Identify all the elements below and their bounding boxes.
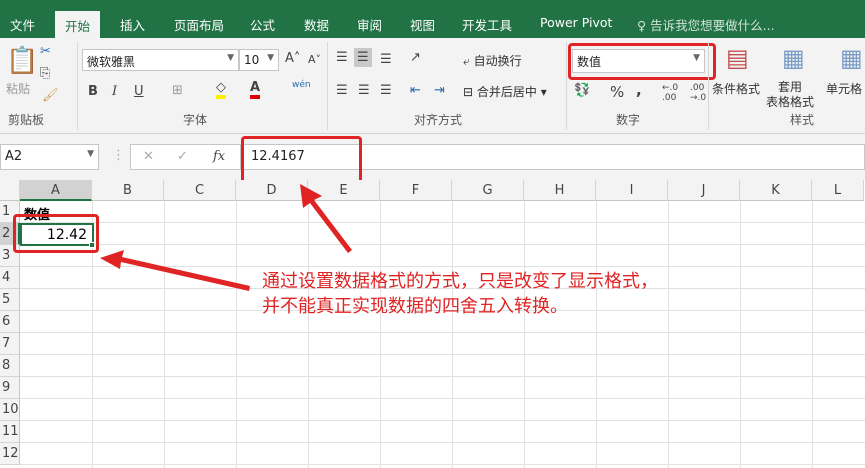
annotation-arrows: [100, 184, 352, 291]
annotation-text: 并不能真正实现数据的四舍五入转换。: [262, 296, 568, 317]
arrow-to-formula: [300, 184, 352, 253]
arrow-to-cell: [100, 250, 250, 291]
annotation-text: 通过设置数据格式的方式，只是改变了显示格式，: [262, 271, 658, 292]
